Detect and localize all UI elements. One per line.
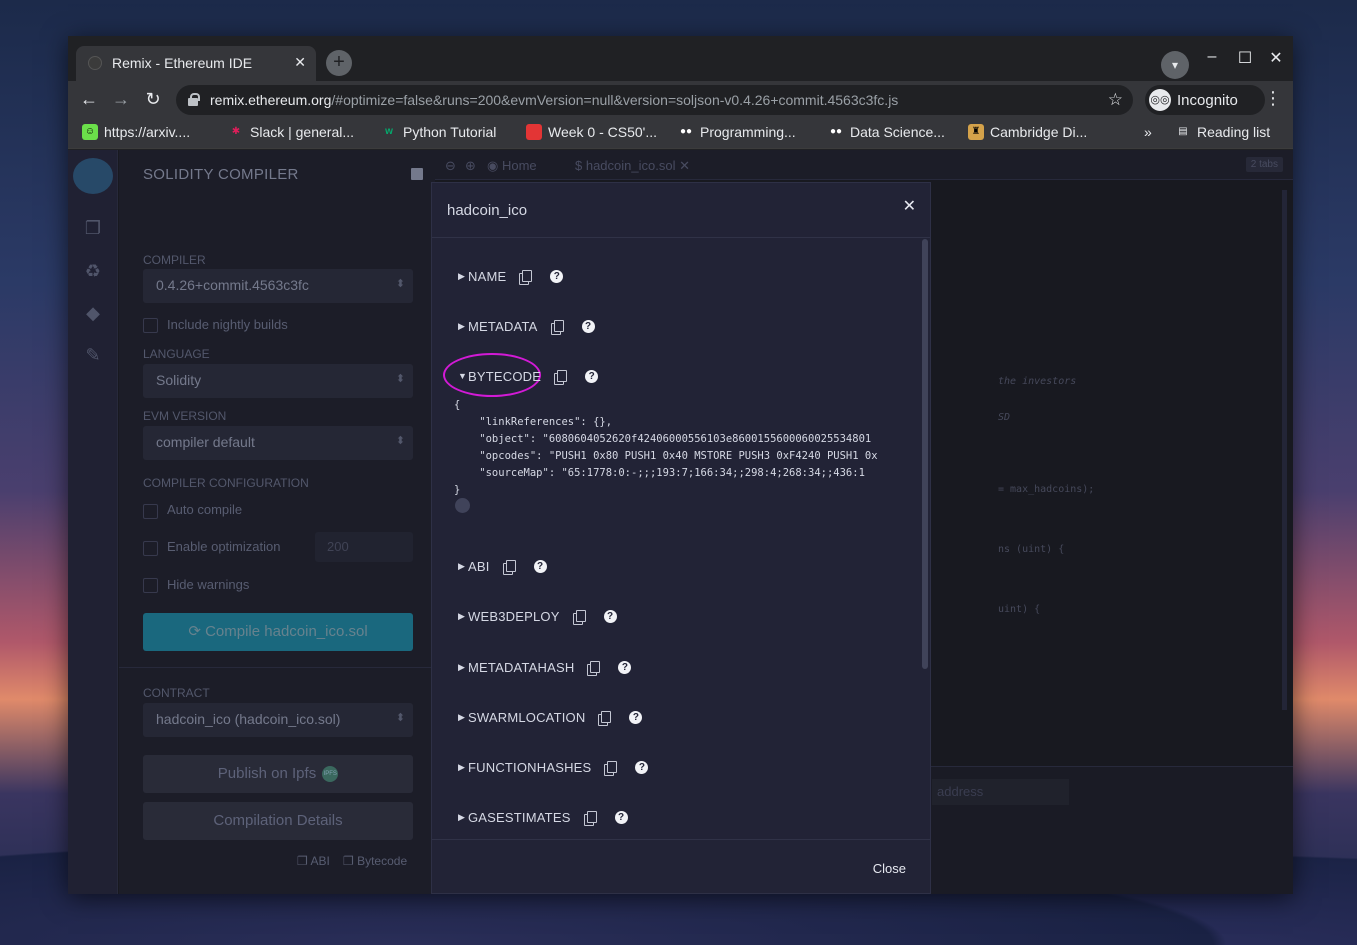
cambridge-icon: ♜ [968,124,984,140]
copy-icon[interactable] [554,369,568,385]
back-arrow-icon[interactable]: ← [77,87,101,111]
reading-list-button[interactable]: ▤ Reading list [1175,124,1270,140]
modal-header: hadcoin_ico ✕ [432,183,930,238]
section-label: METADATAHASH [468,659,575,675]
caret-down-icon: ▼ [458,371,467,381]
copy-icon[interactable] [583,810,597,826]
incognito-label: Incognito [1177,92,1238,109]
minimize-icon[interactable]: – [1202,48,1222,66]
cs50-icon [526,124,542,140]
tab-title: Remix - Ethereum IDE [112,55,253,71]
section-label: NAME [468,268,507,284]
forward-arrow-icon[interactable]: → [109,87,133,111]
section-label: METADATA [468,318,538,334]
section-label: WEB3DEPLOY [468,608,560,624]
section-web3deploy[interactable]: ▶ WEB3DEPLOY ? [458,606,617,626]
modal-title: hadcoin_ico [447,202,528,219]
incognito-indicator[interactable]: ◎◎ Incognito [1145,85,1265,115]
tab-search-button[interactable]: ▾ [1161,51,1189,79]
arxiv-smiley-icon: ☺ [82,124,98,140]
caret-right-icon: ▶ [458,320,465,331]
caret-right-icon: ▶ [458,610,465,621]
section-name[interactable]: ▶ NAME ? [458,266,564,286]
section-label: BYTECODE [468,368,542,384]
section-bytecode[interactable]: ▼ BYTECODE ? [458,366,599,386]
browser-window: Remix - Ethereum IDE ✕ + ▾ – ☐ ✕ ← → ↻ r… [68,36,1293,894]
bookmark-item[interactable]: ✱ Slack | general... [228,124,354,140]
bytecode-json: { "linkReferences": {}, "object": "60806… [454,399,878,496]
help-icon[interactable]: ? [629,710,643,724]
section-label: SWARMLOCATION [468,709,586,725]
section-swarmlocation[interactable]: ▶ SWARMLOCATION ? [458,707,643,727]
help-icon[interactable]: ? [533,559,547,573]
more-bookmarks-button[interactable]: » [1144,124,1152,140]
browser-menu-icon[interactable]: ⋮ [1264,88,1282,109]
caret-right-icon: ▶ [458,270,465,281]
remix-favicon-icon [88,56,102,70]
reload-icon[interactable]: ↻ [141,87,165,111]
compilation-details-modal: hadcoin_ico ✕ ▶ NAME ? ▶ METADATA ? ▼ BY… [431,182,931,894]
caret-right-icon: ▶ [458,811,465,822]
medium-icon: ●● [829,126,843,137]
bookmark-item[interactable]: ♜ Cambridge Di... [968,124,1087,140]
section-abi[interactable]: ▶ ABI ? [458,556,547,576]
help-icon[interactable]: ? [585,369,599,383]
copy-icon[interactable] [587,660,601,676]
copy-icon[interactable] [604,760,618,776]
w3schools-icon: w [385,126,393,137]
bookmark-item[interactable]: ●● Programming... [678,124,796,140]
close-button[interactable]: Close [873,861,906,876]
copy-icon[interactable] [598,710,612,726]
close-tab-icon[interactable]: ✕ [294,54,306,71]
section-label: GASESTIMATES [468,809,571,825]
modal-body: ▶ NAME ? ▶ METADATA ? ▼ BYTECODE ? { "li… [432,239,930,839]
caret-right-icon: ▶ [458,560,465,571]
maximize-icon[interactable]: ☐ [1235,48,1255,68]
section-gasestimates[interactable]: ▶ GASESTIMATES ? [458,807,628,827]
expand-dot[interactable] [455,498,470,513]
help-icon[interactable]: ? [603,609,617,623]
copy-icon[interactable] [572,609,586,625]
new-tab-button[interactable]: + [326,50,352,76]
section-metadatahash[interactable]: ▶ METADATAHASH ? [458,657,632,677]
bookmark-item[interactable]: ●● Data Science... [828,124,945,140]
browser-toolbar: ← → ↻ remix.ethereum.org/#optimize=false… [68,81,1293,119]
close-modal-icon[interactable]: ✕ [903,196,916,216]
bookmark-star-icon[interactable]: ☆ [1108,90,1123,110]
copy-icon[interactable] [519,269,533,285]
caret-right-icon: ▶ [458,761,465,772]
caret-right-icon: ▶ [458,711,465,722]
help-icon[interactable]: ? [614,810,628,824]
browser-tab-remix[interactable]: Remix - Ethereum IDE ✕ [76,46,316,81]
url-text: remix.ethereum.org/#optimize=false&runs=… [210,92,899,108]
section-label: ABI [468,558,490,574]
incognito-icon: ◎◎ [1149,89,1171,111]
help-icon[interactable]: ? [635,760,649,774]
bookmarks-bar: ☺ https://arxiv.... ✱ Slack | general... w… [68,119,1293,149]
caret-right-icon: ▶ [458,661,465,672]
tab-strip: Remix - Ethereum IDE ✕ + ▾ – ☐ ✕ [68,36,1293,81]
medium-icon: ●● [679,126,693,137]
bookmark-item[interactable]: Week 0 - CS50'... [526,124,657,140]
help-icon[interactable]: ? [618,660,632,674]
section-label: FUNCTIONHASHES [468,759,592,775]
copy-icon[interactable] [550,319,564,335]
reading-list-icon: ▤ [1178,126,1188,137]
copy-icon[interactable] [502,559,516,575]
bookmark-item[interactable]: w Python Tutorial [381,124,496,140]
section-metadata[interactable]: ▶ METADATA ? [458,316,595,336]
close-window-icon[interactable]: ✕ [1266,48,1286,68]
bookmark-item[interactable]: ☺ https://arxiv.... [82,124,190,140]
lock-icon [188,93,200,106]
section-functionhashes[interactable]: ▶ FUNCTIONHASHES ? [458,757,649,777]
help-icon[interactable]: ? [550,269,564,283]
help-icon[interactable]: ? [581,319,595,333]
modal-footer: Close [432,839,930,893]
slack-icon: ✱ [231,126,241,137]
address-bar[interactable]: remix.ethereum.org/#optimize=false&runs=… [176,85,1133,115]
